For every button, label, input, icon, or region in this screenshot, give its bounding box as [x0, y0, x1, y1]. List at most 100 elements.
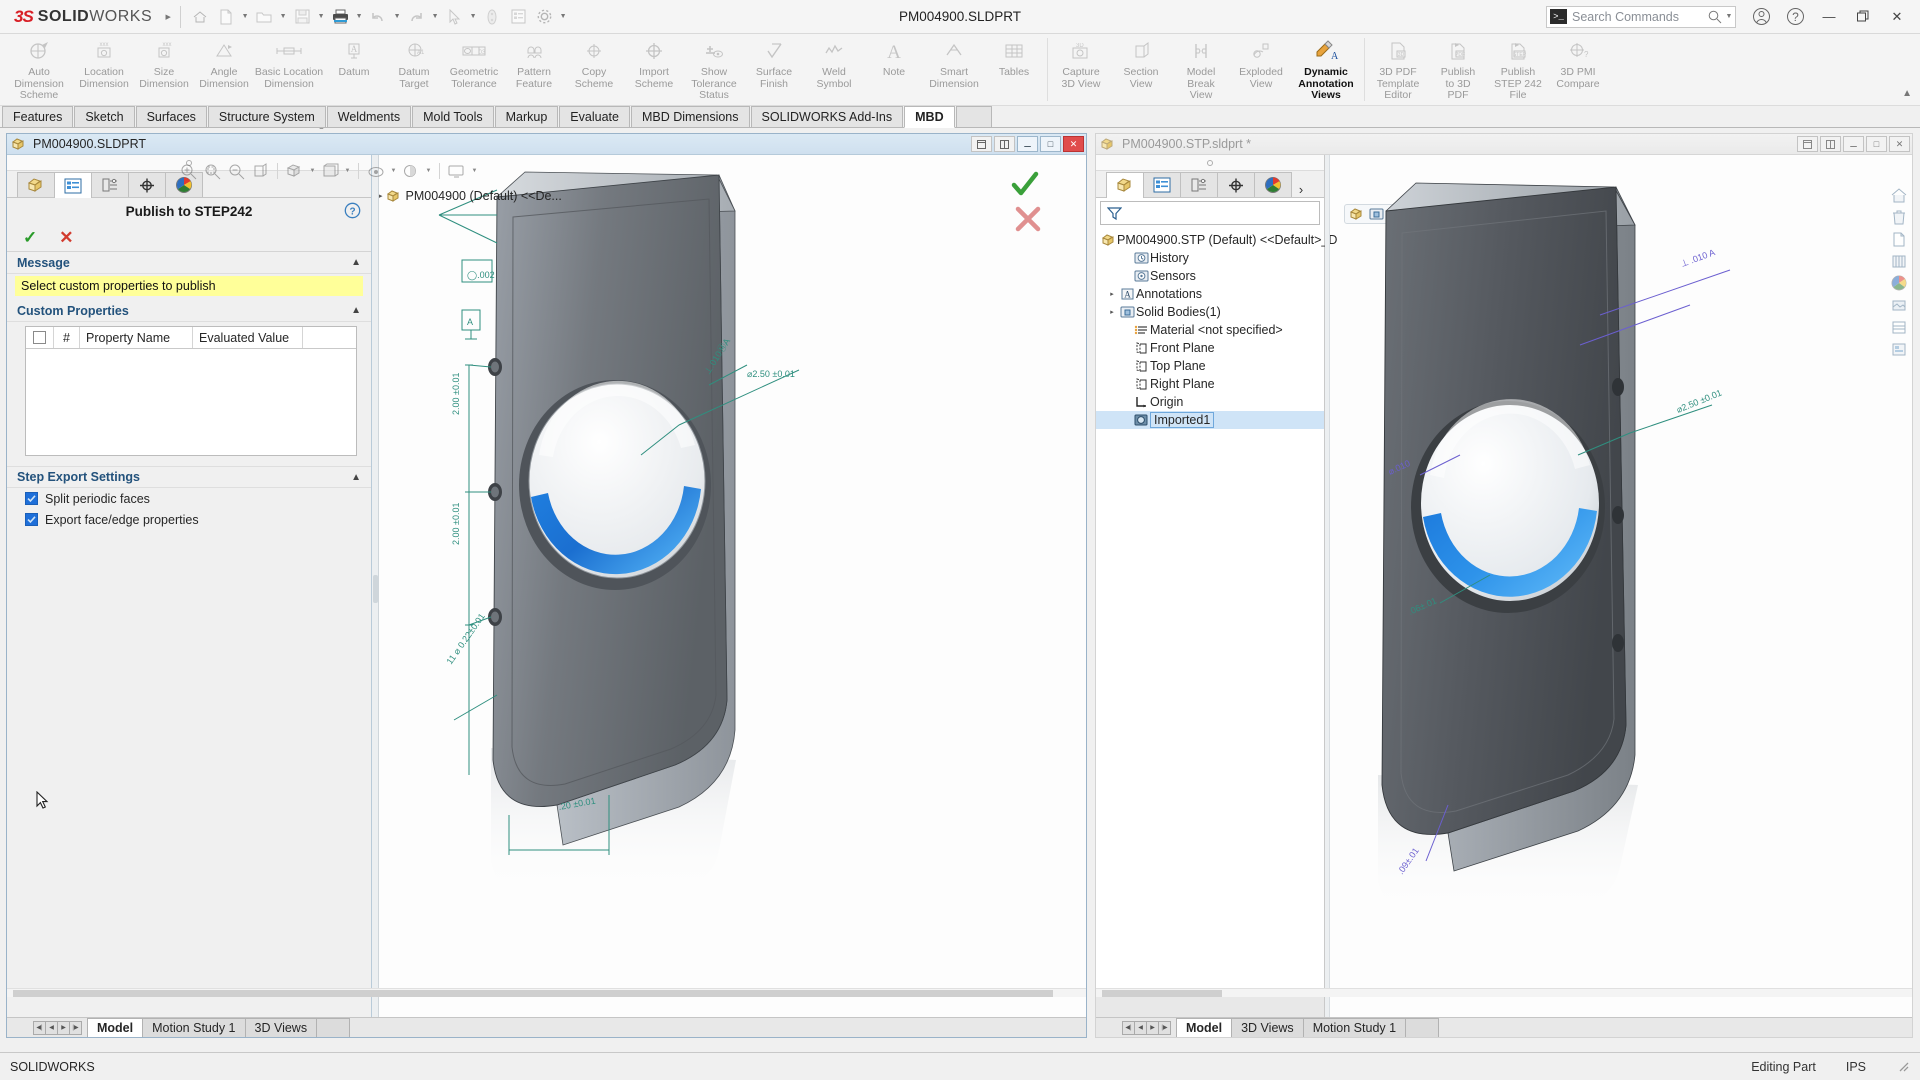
expand-arrow-icon[interactable]: ▸ [379, 192, 383, 200]
left-tab-3d-views[interactable]: 3D Views [244, 1018, 318, 1037]
dimxpert-manager-tab[interactable] [128, 172, 166, 197]
view-orientation-icon[interactable] [284, 161, 306, 181]
configuration-manager-tab[interactable] [91, 172, 129, 197]
tab-features[interactable]: Features [2, 106, 74, 127]
left-horizontal-scrollbar[interactable] [7, 988, 1086, 997]
ribbon-size-dimension[interactable]: xxx Size Dimension [134, 34, 194, 100]
ribbon-dynamic-annotation-views[interactable]: A Dynamic Annotation Views [1291, 34, 1361, 102]
ribbon-geometric-tolerance[interactable]: 03 Geometric Tolerance [444, 34, 504, 100]
ribbon-angle-dimension[interactable]: Angle Dimension [194, 34, 254, 100]
splitter-grip[interactable] [373, 575, 378, 603]
ribbon-datum[interactable]: A Datum [324, 34, 384, 100]
new-document-icon[interactable] [213, 4, 239, 30]
chevron-up-icon[interactable]: ▲ [351, 472, 361, 483]
print-caret[interactable]: ▼ [353, 4, 365, 30]
options-list-icon[interactable] [505, 4, 531, 30]
left-tree-root[interactable]: ▸ PM004900 (Default) <<De... [379, 189, 562, 203]
edit-appearance-icon[interactable] [400, 161, 422, 181]
ribbon-model-break-view[interactable]: Model Break View [1171, 34, 1231, 102]
more-tabs-chevron-icon[interactable]: › [1291, 182, 1311, 197]
left-window-titlebar[interactable]: PM004900.SLDPRT ⚊ □ ✕ [7, 134, 1086, 155]
redo-caret[interactable]: ▼ [429, 4, 441, 30]
view-library-icon[interactable] [1888, 251, 1910, 271]
left-graphics-area[interactable]: Publish to STEP242 ? ✓ ✕ Message ▲ Selec… [7, 155, 1086, 1017]
view-orientation-caret[interactable]: ▼ [308, 161, 317, 181]
view-decals-icon[interactable] [1888, 317, 1910, 337]
search-dropdown-caret[interactable]: ▼ [1723, 4, 1735, 30]
apply-scene-icon[interactable] [446, 161, 468, 181]
tab-structure-system[interactable]: Structure System [207, 106, 326, 127]
tree-item-annotations[interactable]: ▸ A Annotations [1096, 285, 1324, 303]
tab-mbd-dimensions[interactable]: MBD Dimensions [630, 106, 750, 127]
ribbon-publish-step-242-file[interactable]: STEP Publish STEP 242 File [1488, 34, 1548, 102]
view-custom-icon[interactable] [1888, 339, 1910, 359]
option-split-periodic-faces[interactable]: Split periodic faces [7, 488, 371, 509]
ribbon-3d-pdf-template-editor[interactable]: 3D 3D PDF Template Editor [1368, 34, 1428, 102]
split-periodic-faces-checkbox[interactable] [25, 492, 38, 505]
ribbon-datum-target[interactable]: A1 Datum Target [384, 34, 444, 100]
ribbon-3d-pmi-compare[interactable]: ? 3D PMI Compare [1548, 34, 1608, 100]
zoom-to-area-icon[interactable] [201, 161, 223, 181]
close-button[interactable]: ✕ [1880, 2, 1914, 32]
home-icon[interactable] [187, 4, 213, 30]
tab-solidworks-add-ins[interactable]: SOLIDWORKS Add-Ins [750, 106, 904, 127]
left-model-render[interactable]: ◯.002 A 2.00 ±0.01 2.00 ±0.01 11 ⌀ 0.22±… [379, 155, 1081, 998]
tab-markup[interactable]: Markup [494, 106, 559, 127]
select-caret[interactable]: ▼ [467, 4, 479, 30]
export-face-edge-properties-checkbox[interactable] [25, 513, 38, 526]
left-tab-model[interactable]: Model [87, 1018, 144, 1037]
display-style-caret[interactable]: ▼ [343, 161, 352, 181]
save-caret[interactable]: ▼ [315, 4, 327, 30]
help-icon[interactable]: ? [1778, 2, 1812, 32]
display-manager-tab[interactable] [1254, 172, 1292, 197]
tab-sketch[interactable]: Sketch [74, 106, 135, 127]
tab-evaluate[interactable]: Evaluate [559, 106, 630, 127]
tree-item-right-plane[interactable]: Right Plane [1096, 375, 1324, 393]
tree-item-history[interactable]: History [1096, 249, 1324, 267]
tile-icon[interactable] [1820, 136, 1841, 152]
right-graphics-area[interactable]: › PM004900.STP (Default) <<Default>_D Hi… [1096, 155, 1912, 1017]
view-appearance-icon[interactable] [1888, 273, 1910, 293]
tree-item-origin[interactable]: Origin [1096, 393, 1324, 411]
settings-gear-icon[interactable] [531, 4, 557, 30]
ribbon-basic-location-dimension[interactable]: Basic Location Dimension [254, 34, 324, 100]
zoom-to-fit-icon[interactable] [177, 161, 199, 181]
ribbon-smart-dimension[interactable]: Smart Dimension [924, 34, 984, 100]
tab-mold-tools[interactable]: Mold Tools [412, 106, 494, 127]
tree-item-solid-bodies[interactable]: ▸ Solid Bodies(1) [1096, 303, 1324, 321]
last-tab-button[interactable]: |▶ [69, 1020, 82, 1035]
print-icon[interactable] [327, 4, 353, 30]
search-icon[interactable] [1707, 9, 1723, 25]
select-all-cell[interactable] [26, 327, 54, 348]
tree-item-imported1[interactable]: Imported1 [1096, 411, 1324, 429]
undo-caret[interactable]: ▼ [391, 4, 403, 30]
undo-icon[interactable] [365, 4, 391, 30]
ribbon-capture-3d-view[interactable]: 3D Capture 3D View [1051, 34, 1111, 100]
accept-button[interactable]: ✓ [23, 228, 37, 248]
user-account-icon[interactable] [1744, 2, 1778, 32]
right-tab-motion-study-1[interactable]: Motion Study 1 [1302, 1018, 1407, 1037]
confirm-accept-icon[interactable] [1010, 169, 1040, 202]
maximize-icon[interactable]: □ [1866, 136, 1887, 152]
ribbon-tables[interactable]: Tables [984, 34, 1044, 100]
display-style-icon[interactable] [319, 161, 341, 181]
right-model-render[interactable]: ⊥ .010 A ⌀2.50 ±0.01 ⌀.010 .06±.01 .09±.… [1330, 155, 1912, 998]
view-document-icon[interactable] [1888, 229, 1910, 249]
confirm-cancel-icon[interactable] [1014, 205, 1042, 236]
restore-down-icon[interactable] [1797, 136, 1818, 152]
property-manager-tab[interactable] [1143, 172, 1181, 197]
section-message-header[interactable]: Message ▲ [7, 252, 371, 274]
select-all-checkbox[interactable] [33, 331, 46, 344]
feature-manager-tab[interactable] [17, 172, 55, 197]
close-icon[interactable]: ✕ [1889, 136, 1910, 152]
tab-surfaces[interactable]: Surfaces [135, 106, 207, 127]
status-resize-grip[interactable] [1896, 1059, 1910, 1075]
section-view-icon[interactable] [249, 161, 271, 181]
tree-item-material[interactable]: Material <not specified> [1096, 321, 1324, 339]
ribbon-surface-finish[interactable]: Surface Finish [744, 34, 804, 100]
open-caret[interactable]: ▼ [277, 4, 289, 30]
restore-button[interactable] [1846, 2, 1880, 32]
ribbon-copy-scheme[interactable]: Copy Scheme [564, 34, 624, 100]
minimize-button[interactable]: — [1812, 2, 1846, 32]
last-tab-button[interactable]: |▶ [1158, 1020, 1171, 1035]
